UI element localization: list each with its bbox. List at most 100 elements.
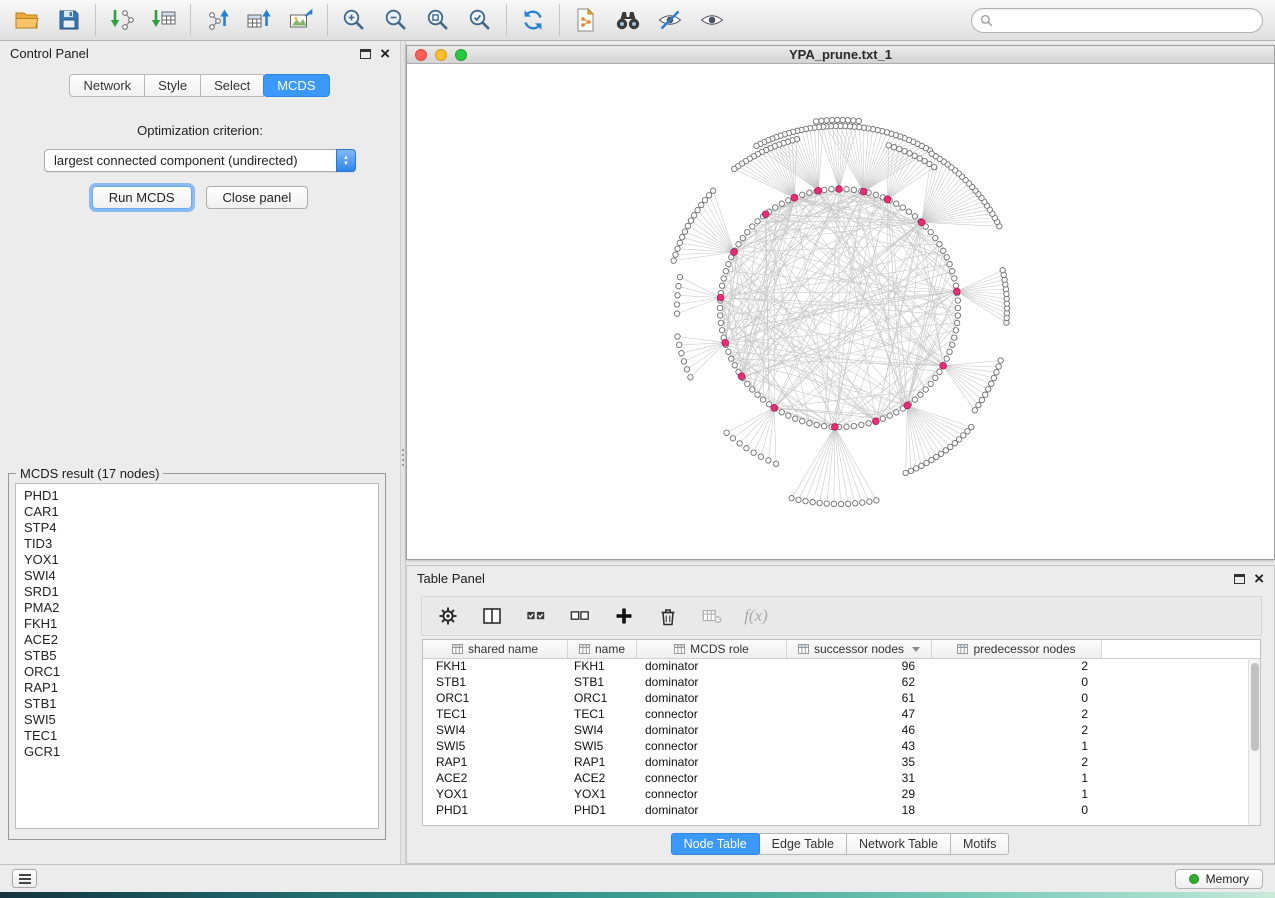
network-canvas[interactable] — [407, 65, 1274, 559]
show-columns-button[interactable] — [480, 604, 504, 628]
select-all-button[interactable] — [524, 604, 548, 628]
control-tab-style[interactable]: Style — [144, 74, 201, 97]
window-minimize-button[interactable] — [435, 49, 447, 61]
mcds-result-item[interactable]: SRD1 — [24, 584, 378, 600]
mcds-result-fieldset: MCDS result (17 nodes) PHD1CAR1STP4TID3Y… — [8, 466, 386, 840]
mcds-result-item[interactable]: STB5 — [24, 648, 378, 664]
network-window-titlebar[interactable]: YPA_prune.txt_1 — [407, 46, 1274, 64]
mcds-result-item[interactable]: RAP1 — [24, 680, 378, 696]
toolbar-separator — [506, 4, 507, 36]
run-mcds-button[interactable]: Run MCDS — [92, 186, 192, 209]
zoom-out-button[interactable] — [375, 3, 417, 37]
mcds-result-item[interactable]: SWI4 — [24, 568, 378, 584]
table-panel-title: Table Panel — [417, 571, 485, 586]
mcds-result-item[interactable]: GCR1 — [24, 744, 378, 760]
table-cell: TEC1 — [568, 707, 637, 723]
zoom-in-icon — [341, 7, 367, 33]
zoom-selected-button[interactable] — [459, 3, 501, 37]
table-tab-edge-table[interactable]: Edge Table — [759, 833, 847, 855]
mcds-result-item[interactable]: SWI5 — [24, 712, 378, 728]
scrollbar-thumb[interactable] — [1251, 663, 1259, 751]
mcds-result-item[interactable]: CAR1 — [24, 504, 378, 520]
table-tab-motifs[interactable]: Motifs — [950, 833, 1009, 855]
table-cell: 47 — [787, 707, 932, 723]
column-header-mcds-role[interactable]: MCDS role — [637, 640, 787, 658]
table-row[interactable]: RAP1RAP1dominator352 — [423, 755, 1260, 771]
table-row[interactable]: ACE2ACE2connector311 — [423, 771, 1260, 787]
mcds-result-item[interactable]: STP4 — [24, 520, 378, 536]
import-network-button[interactable] — [101, 3, 143, 37]
column-header-name[interactable]: name — [568, 640, 637, 658]
table-row[interactable]: SWI5SWI5connector431 — [423, 739, 1260, 755]
control-tab-select[interactable]: Select — [200, 74, 264, 97]
function-builder-button[interactable]: f(x) — [744, 604, 768, 628]
zoom-in-button[interactable] — [333, 3, 375, 37]
mcds-result-item[interactable]: ACE2 — [24, 632, 378, 648]
close-panel-icon[interactable]: × — [380, 47, 390, 61]
search-binoculars-button[interactable] — [607, 3, 649, 37]
float-table-panel-icon[interactable] — [1234, 574, 1245, 584]
window-zoom-button[interactable] — [455, 49, 467, 61]
table-cell: ORC1 — [423, 691, 568, 707]
table-settings-button[interactable] — [436, 604, 460, 628]
memory-button[interactable]: Memory — [1175, 869, 1263, 889]
optimization-criterion-select[interactable]: largest connected component (undirected)… — [44, 149, 356, 172]
list-icon — [19, 878, 31, 880]
table-cell: 2 — [932, 659, 1102, 675]
save-session-button[interactable] — [48, 3, 90, 37]
search-box[interactable] — [971, 8, 1263, 33]
mcds-result-item[interactable]: TEC1 — [24, 728, 378, 744]
deselect-all-button[interactable] — [568, 604, 592, 628]
column-header-successor-nodes[interactable]: successor nodes — [787, 640, 932, 658]
mcds-result-item[interactable]: ORC1 — [24, 664, 378, 680]
export-image-button[interactable] — [280, 3, 322, 37]
close-panel-button[interactable]: Close panel — [206, 186, 309, 209]
close-table-panel-icon[interactable]: × — [1254, 572, 1264, 586]
float-panel-icon[interactable] — [360, 49, 371, 59]
open-file-button[interactable] — [6, 3, 48, 37]
table-cell: dominator — [637, 723, 787, 739]
refresh-layout-button[interactable] — [512, 3, 554, 37]
mcds-result-item[interactable]: FKH1 — [24, 616, 378, 632]
mcds-result-item[interactable]: PHD1 — [24, 488, 378, 504]
share-document-button[interactable] — [565, 3, 607, 37]
control-tab-network[interactable]: Network — [69, 74, 145, 97]
delete-column-button[interactable] — [656, 604, 680, 628]
table-tab-node-table[interactable]: Node Table — [671, 833, 760, 855]
import-table-button[interactable] — [143, 3, 185, 37]
table-mini-icon — [957, 644, 968, 654]
control-tab-mcds[interactable]: MCDS — [263, 74, 329, 97]
show-panels-button[interactable] — [12, 869, 37, 888]
mcds-result-item[interactable]: STB1 — [24, 696, 378, 712]
table-scrollbar[interactable] — [1248, 659, 1260, 825]
table-row[interactable]: STB1STB1dominator620 — [423, 675, 1260, 691]
table-row[interactable]: SWI4SWI4dominator462 — [423, 723, 1260, 739]
create-column-button[interactable] — [612, 604, 636, 628]
memory-status-icon — [1189, 874, 1199, 884]
export-network-button[interactable] — [196, 3, 238, 37]
memory-label: Memory — [1206, 872, 1249, 886]
export-table-button[interactable] — [238, 3, 280, 37]
select-all-icon — [526, 606, 546, 626]
column-header-shared-name[interactable]: shared name — [423, 640, 568, 658]
mcds-result-item[interactable]: PMA2 — [24, 600, 378, 616]
mcds-result-item[interactable]: YOX1 — [24, 552, 378, 568]
table-row[interactable]: ORC1ORC1dominator610 — [423, 691, 1260, 707]
function-builder-icon: f(x) — [744, 606, 768, 626]
table-cell: ACE2 — [423, 771, 568, 787]
search-input[interactable] — [994, 11, 1262, 31]
table-row[interactable]: YOX1YOX1connector291 — [423, 787, 1260, 803]
table-row[interactable]: FKH1FKH1dominator962 — [423, 659, 1260, 675]
mcds-result-item[interactable]: TID3 — [24, 536, 378, 552]
window-close-button[interactable] — [415, 49, 427, 61]
table-tab-network-table[interactable]: Network Table — [846, 833, 951, 855]
show-annotations-button[interactable] — [691, 3, 733, 37]
delete-table-button[interactable] — [700, 604, 724, 628]
table-row[interactable]: PHD1PHD1dominator180 — [423, 803, 1260, 819]
column-header-predecessor-nodes[interactable]: predecessor nodes — [932, 640, 1102, 658]
table-panel-header: Table Panel × — [407, 566, 1274, 591]
hide-annotations-button[interactable] — [649, 3, 691, 37]
show-annotations-icon — [699, 7, 725, 33]
zoom-fit-button[interactable] — [417, 3, 459, 37]
table-row[interactable]: TEC1TEC1connector472 — [423, 707, 1260, 723]
